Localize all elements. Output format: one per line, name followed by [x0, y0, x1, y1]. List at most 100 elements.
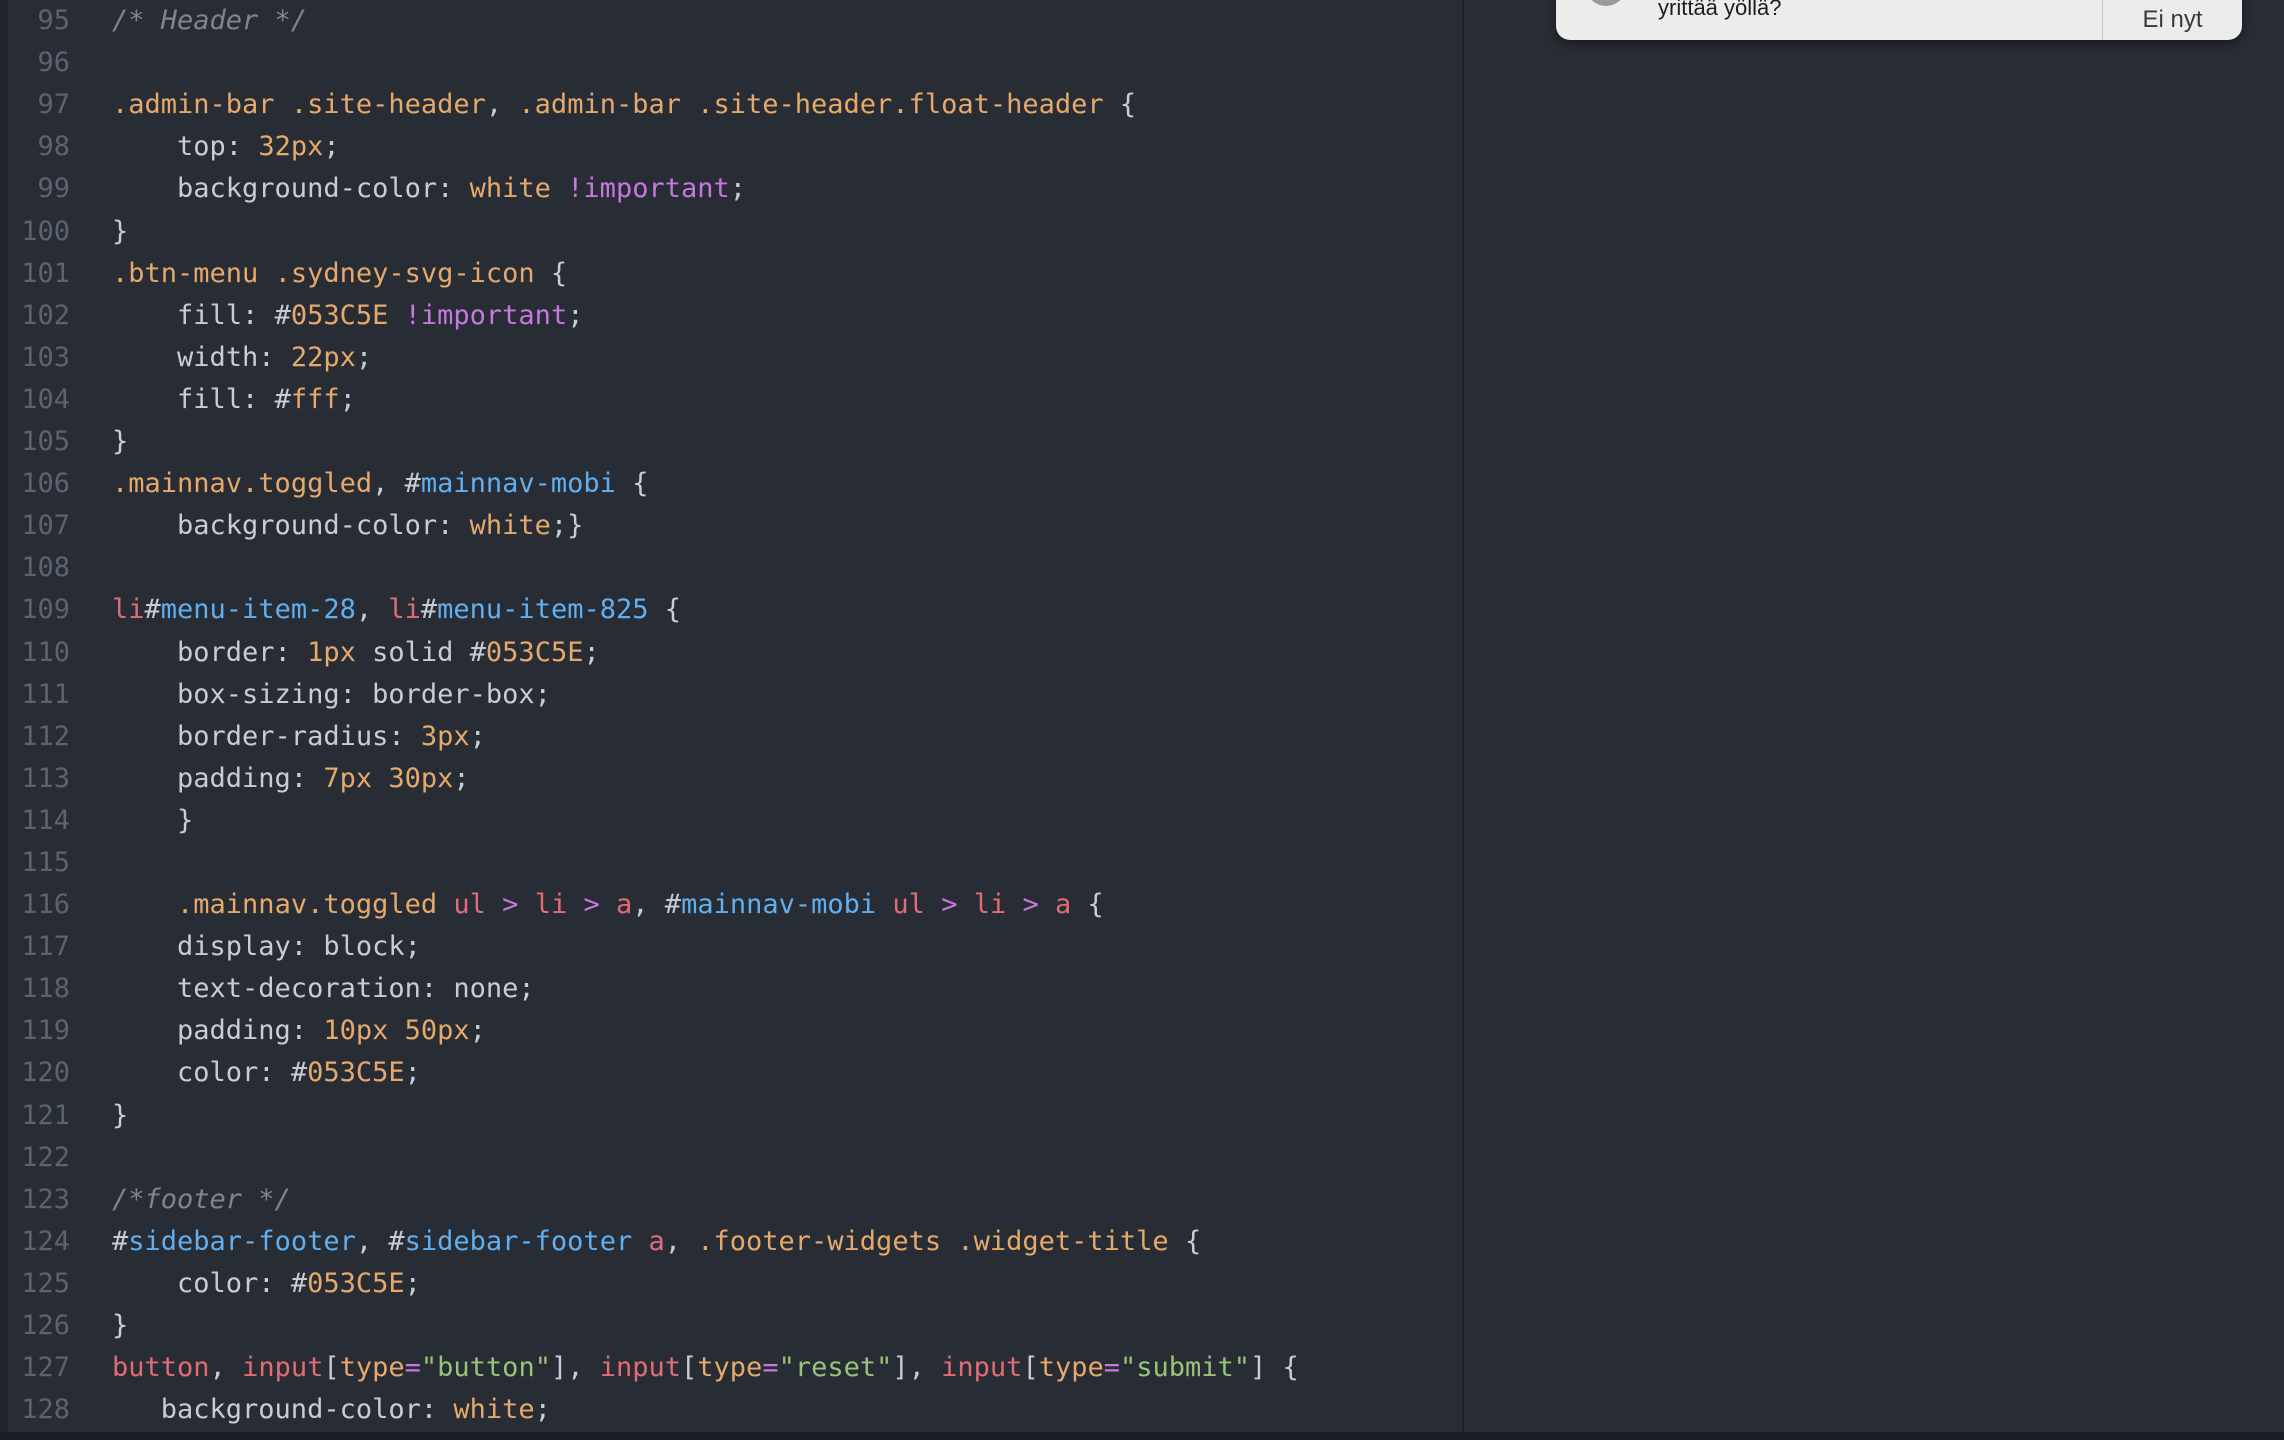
- code-token: button: [112, 1352, 210, 1384]
- code-token: #: [469, 636, 486, 668]
- code-line[interactable]: 97 .admin-bar .site-header, .admin-bar .s…: [0, 84, 1462, 126]
- code-line[interactable]: 116 .mainnav.toggled ul > li > a, #mainn…: [0, 884, 1462, 926]
- code-token: "submit": [1120, 1352, 1251, 1384]
- line-number: 124: [21, 1225, 70, 1257]
- code-text: padding: 10px 50px;: [112, 1010, 486, 1052]
- code-token: ;: [404, 1057, 421, 1089]
- not-now-button[interactable]: Ei nyt: [2103, 0, 2242, 40]
- code-line[interactable]: 98 top: 32px;: [0, 126, 1462, 168]
- app-icon: [1586, 0, 1626, 6]
- code-token: /* Header */: [112, 5, 308, 37]
- code-token: color:: [112, 1267, 291, 1299]
- code-text: text-decoration: none;: [112, 968, 535, 1010]
- code-token: .admin-bar: [112, 89, 275, 121]
- code-token: solid: [355, 636, 470, 668]
- code-line[interactable]: 111 box-sizing: border-box;: [0, 674, 1462, 716]
- code-token: #: [404, 468, 421, 500]
- code-line[interactable]: 104 fill: #fff;: [0, 379, 1462, 421]
- code-token: 1px: [307, 636, 356, 668]
- code-token: >: [1022, 889, 1039, 921]
- code-line[interactable]: 122: [0, 1137, 1462, 1179]
- code-line[interactable]: 102 fill: #053C5E !important;: [0, 295, 1462, 337]
- code-line[interactable]: 106 .mainnav.toggled, #mainnav-mobi {: [0, 463, 1462, 505]
- code-token: text-decoration: none;: [112, 973, 535, 1005]
- code-line[interactable]: 112 border-radius: 3px;: [0, 716, 1462, 758]
- code-line[interactable]: 99 background-color: white !important;: [0, 168, 1462, 210]
- code-line[interactable]: 100}: [0, 211, 1462, 253]
- code-line[interactable]: 120 color: #053C5E;: [0, 1052, 1462, 1094]
- code-token: .admin-bar: [518, 89, 681, 121]
- code-line[interactable]: 117 display: block;: [0, 926, 1462, 968]
- code-token: =: [762, 1352, 779, 1384]
- code-line[interactable]: 105}: [0, 421, 1462, 463]
- code-line[interactable]: 103 width: 22px;: [0, 337, 1462, 379]
- code-token: input: [941, 1352, 1023, 1384]
- code-token: 053C5E: [290, 299, 389, 331]
- code-token: .mainnav: [112, 468, 243, 500]
- code-token: ;: [729, 173, 746, 205]
- code-line[interactable]: 126}: [0, 1305, 1462, 1347]
- line-number: 99: [37, 173, 70, 205]
- code-token: #: [144, 594, 161, 626]
- code-token: menu-item-28: [160, 594, 356, 626]
- code-text: .admin-bar .site-header, .admin-bar .sit…: [112, 84, 1136, 126]
- code-line[interactable]: 110 border: 1px solid #053C5E;: [0, 632, 1462, 674]
- code-line[interactable]: 113 padding: 7px 30px;: [0, 758, 1462, 800]
- code-text: .mainnav.toggled, #mainnav-mobi {: [112, 463, 648, 505]
- code-line[interactable]: 125 color: #053C5E;: [0, 1263, 1462, 1305]
- code-token: {: [648, 594, 681, 626]
- code-line[interactable]: 118 text-decoration: none;: [0, 968, 1462, 1010]
- line-number: 115: [21, 846, 70, 878]
- code-token: .btn-menu: [112, 257, 259, 289]
- code-line[interactable]: 127 button, input[type="button"], input[t…: [0, 1347, 1462, 1389]
- code-token: li: [112, 594, 145, 626]
- code-token: fill:: [112, 299, 275, 331]
- code-token: white: [469, 510, 551, 542]
- code-token: width:: [112, 341, 291, 373]
- code-line[interactable]: 109 li#menu-item-28, li#menu-item-825 {: [0, 589, 1462, 631]
- code-text: padding: 7px 30px;: [112, 758, 470, 800]
- code-token: #: [290, 1057, 308, 1089]
- code-editor[interactable]: 9495/* Header */9697.admin-bar .site-hea…: [0, 0, 1464, 1432]
- code-line[interactable]: 107 background-color: white;}: [0, 505, 1462, 547]
- code-token: white: [453, 1394, 535, 1426]
- code-line[interactable]: 114 }: [0, 800, 1462, 842]
- code-token: "reset": [778, 1352, 893, 1384]
- line-number: 123: [21, 1183, 70, 1215]
- code-token: 053C5E: [485, 636, 584, 668]
- code-line[interactable]: 119 padding: 10px 50px;: [0, 1010, 1462, 1052]
- code-token: !important: [567, 173, 730, 205]
- code-line[interactable]: 101 .btn-menu .sydney-svg-icon {: [0, 253, 1462, 295]
- code-token: sidebar-footer: [404, 1225, 633, 1257]
- code-text: border: 1px solid #053C5E;: [112, 632, 600, 674]
- code-line[interactable]: 123 /*footer */: [0, 1179, 1462, 1221]
- code-text: border-radius: 3px;: [112, 716, 486, 758]
- code-line[interactable]: 96: [0, 42, 1462, 84]
- code-line[interactable]: 95 /* Header */: [0, 0, 1462, 42]
- code-token: ],: [892, 1352, 942, 1384]
- notification-banner[interactable]: yrittää yöllä? Ei nyt: [1556, 0, 2242, 40]
- code-token: [: [1022, 1352, 1039, 1384]
- line-number: 119: [21, 1015, 70, 1047]
- code-line[interactable]: 128 background-color: white;: [0, 1389, 1462, 1431]
- code-line[interactable]: 115: [0, 842, 1462, 884]
- line-number: 104: [21, 383, 70, 415]
- code-token: 22px: [290, 341, 356, 373]
- code-text: #sidebar-footer, #sidebar-footer a, .foo…: [112, 1221, 1201, 1263]
- code-line[interactable]: 121}: [0, 1095, 1462, 1137]
- code-token: padding:: [112, 1015, 324, 1047]
- code-token: border-radius:: [112, 720, 421, 752]
- code-token: >: [583, 889, 600, 921]
- code-token: ],: [550, 1352, 600, 1384]
- code-line[interactable]: 108: [0, 547, 1462, 589]
- code-line[interactable]: 124 #sidebar-footer, #sidebar-footer a, .…: [0, 1221, 1462, 1263]
- code-lines[interactable]: 9495/* Header */9697.admin-bar .site-hea…: [0, 0, 1462, 1431]
- code-token: >: [941, 889, 958, 921]
